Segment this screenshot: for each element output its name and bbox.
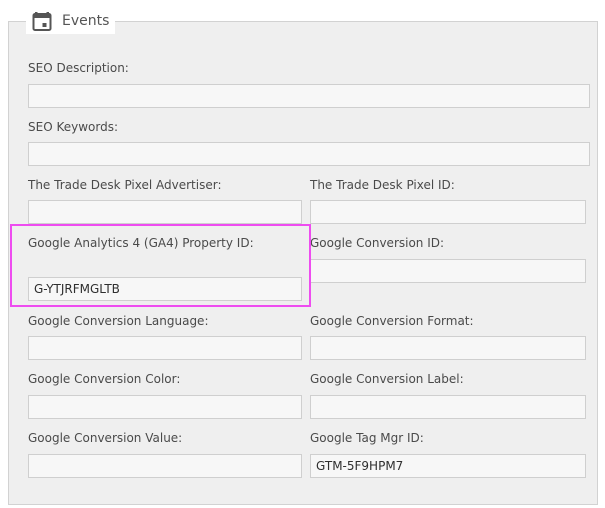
ga4-property-id-field[interactable]: G-YTJRFMGLTB (28, 277, 302, 301)
google-conversion-id-field[interactable] (310, 259, 586, 283)
google-conversion-value-field[interactable] (28, 454, 302, 478)
seo-description-field[interactable] (28, 84, 590, 108)
calendar-icon (32, 12, 52, 31)
google-conversion-color-field[interactable] (28, 395, 302, 419)
section-title: Events (62, 13, 110, 29)
google-conversion-label-field[interactable] (310, 395, 586, 419)
ttd-pixel-id-label: The Trade Desk Pixel ID: (310, 178, 455, 192)
google-conversion-id-label: Google Conversion ID: (310, 236, 445, 250)
seo-keywords-field[interactable] (28, 142, 590, 166)
ttd-advertiser-field[interactable] (28, 200, 302, 224)
seo-keywords-label: SEO Keywords: (28, 120, 119, 134)
ga4-property-id-label: Google Analytics 4 (GA4) Property ID: (28, 236, 254, 250)
google-conversion-color-label: Google Conversion Color: (28, 372, 181, 386)
google-tag-mgr-id-label: Google Tag Mgr ID: (310, 431, 424, 445)
google-conversion-format-field[interactable] (310, 336, 586, 360)
seo-description-label: SEO Description: (28, 61, 129, 75)
google-conversion-language-field[interactable] (28, 336, 302, 360)
ttd-advertiser-label: The Trade Desk Pixel Advertiser: (28, 178, 222, 192)
ttd-pixel-id-field[interactable] (310, 200, 586, 224)
section-legend: Events (26, 8, 116, 34)
google-conversion-value-label: Google Conversion Value: (28, 431, 183, 445)
google-conversion-format-label: Google Conversion Format: (310, 314, 474, 328)
google-conversion-language-label: Google Conversion Language: (28, 314, 209, 328)
google-conversion-label-label: Google Conversion Label: (310, 372, 464, 386)
google-tag-mgr-id-field[interactable]: GTM-5F9HPM7 (310, 454, 586, 478)
